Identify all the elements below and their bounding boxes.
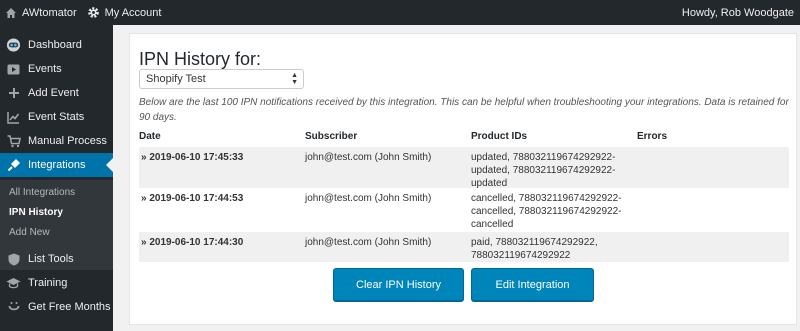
submenu-ipn-history[interactable]: IPN History xyxy=(9,207,63,218)
edit-integration-button[interactable]: Edit Integration xyxy=(471,268,594,301)
table-row[interactable]: » 2019-06-10 17:45:33 john@test.com (Joh… xyxy=(139,147,789,189)
site-name: AWtomator xyxy=(22,6,77,19)
menu-item-training[interactable]: Training xyxy=(0,271,113,295)
menu-item-events[interactable]: Events xyxy=(0,57,113,81)
clear-ipn-history-button[interactable]: Clear IPN History xyxy=(333,268,464,301)
header-date: Date xyxy=(139,131,161,142)
header-product-ids: Product IDs xyxy=(471,131,528,142)
menu-label: Get Free Months xyxy=(28,301,111,313)
admin-bar: AWtomator My Account Howdy, Rob Woodgate xyxy=(0,0,800,25)
header-errors: Errors xyxy=(637,131,668,142)
menu-item-add-event[interactable]: Add Event xyxy=(0,81,113,105)
play-icon xyxy=(6,62,21,77)
row-product-ids: updated, 788032119674292922-updated, 788… xyxy=(471,152,616,189)
menu-item-integrations[interactable]: Integrations xyxy=(0,153,113,177)
menu-label: List Tools xyxy=(28,253,74,265)
cart-icon xyxy=(6,134,21,149)
menu-item-event-stats[interactable]: Event Stats xyxy=(0,105,113,129)
gear-icon xyxy=(87,7,99,18)
my-account-link[interactable]: My Account xyxy=(82,0,167,25)
robot-icon xyxy=(6,38,21,53)
row-product-ids: paid, 788032119674292922, 78803211967429… xyxy=(471,237,598,261)
greeting-text: Howdy, Rob Woodgate xyxy=(681,6,794,19)
current-menu-arrow xyxy=(106,158,113,172)
admin-sidebar: Dashboard Events Add Event Event Stats M… xyxy=(0,25,113,331)
row-subscriber: john@test.com (John Smith) xyxy=(305,237,432,248)
menu-label: Add Event xyxy=(28,87,79,99)
ipn-history-panel: IPN History for: Shopify Test ▲ ▼ Below a… xyxy=(129,33,797,325)
integration-select-value: Shopify Test xyxy=(146,73,206,85)
page-title: IPN History for: xyxy=(139,49,262,69)
plug-icon xyxy=(6,158,21,173)
user-greeting[interactable]: Howdy, Rob Woodgate xyxy=(677,0,800,25)
submenu-all-integrations[interactable]: All Integrations xyxy=(9,187,75,198)
home-icon xyxy=(6,7,16,18)
select-arrows-icon: ▲ ▼ xyxy=(291,72,298,86)
table-row[interactable]: » 2019-06-10 17:44:53 john@test.com (Joh… xyxy=(139,188,789,232)
menu-label: Integrations xyxy=(28,159,86,171)
site-name-link[interactable]: AWtomator xyxy=(0,0,82,25)
ipn-table: Date Subscriber Product IDs Errors » 201… xyxy=(139,128,789,262)
row-subscriber: john@test.com (John Smith) xyxy=(305,193,432,204)
menu-label: Dashboard xyxy=(28,39,82,51)
row-date[interactable]: » 2019-06-10 17:44:30 xyxy=(141,236,243,249)
row-date[interactable]: » 2019-06-10 17:44:53 xyxy=(141,192,243,205)
submenu-add-new[interactable]: Add New xyxy=(9,227,50,238)
mortarboard-icon xyxy=(6,276,21,291)
menu-label: Manual Process xyxy=(28,135,107,147)
menu-item-get-free-months[interactable]: Get Free Months xyxy=(0,295,113,319)
smile-icon xyxy=(6,300,21,315)
row-subscriber: john@test.com (John Smith) xyxy=(305,152,432,163)
row-date[interactable]: » 2019-06-10 17:45:33 xyxy=(141,151,243,164)
plus-icon xyxy=(6,86,21,101)
menu-item-dashboard[interactable]: Dashboard xyxy=(0,33,113,57)
header-subscriber: Subscriber xyxy=(305,131,358,142)
chart-icon xyxy=(6,110,21,125)
menu-label: Event Stats xyxy=(28,111,85,123)
row-product-ids: cancelled, 788032119674292922-cancelled,… xyxy=(471,193,622,230)
my-account-label: My Account xyxy=(104,6,162,19)
menu-item-list-tools[interactable]: List Tools xyxy=(0,247,113,271)
table-row[interactable]: » 2019-06-10 17:44:30 john@test.com (Joh… xyxy=(139,232,789,262)
menu-label: Events xyxy=(28,63,62,75)
table-header: Date Subscriber Product IDs Errors xyxy=(139,128,789,147)
menu-label: Training xyxy=(28,277,68,289)
page-description: Below are the last 100 IPN notifications… xyxy=(139,97,789,123)
menu-item-manual-process[interactable]: Manual Process xyxy=(0,129,113,153)
shield-icon xyxy=(6,252,21,267)
integration-select[interactable]: Shopify Test ▲ ▼ xyxy=(139,69,304,89)
